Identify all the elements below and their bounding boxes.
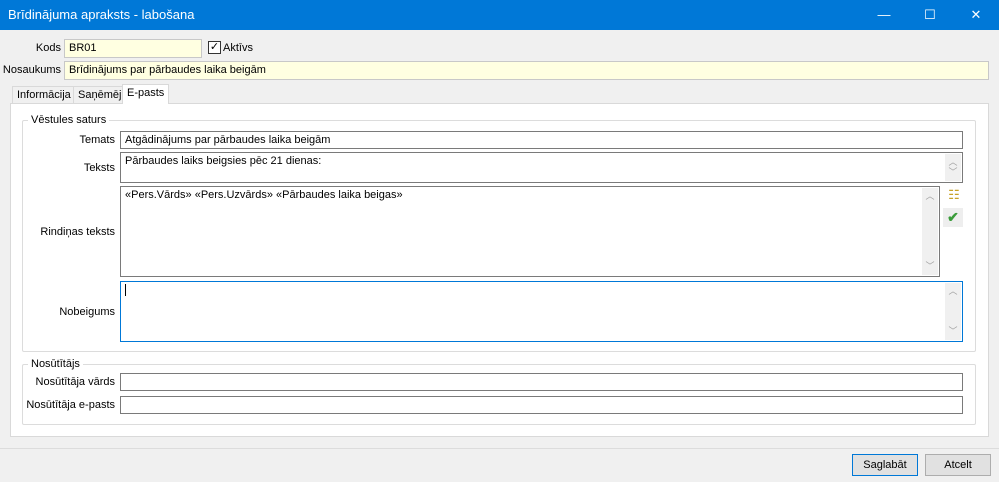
nobeigums-label: Nobeigums — [59, 306, 115, 318]
scrollbar[interactable]: ︿ ﹀ — [945, 154, 961, 181]
teksts-textarea[interactable]: Pārbaudes laiks beigsies pēc 21 dienas: … — [120, 152, 963, 183]
sender-name-label: Nosūtītāja vārds — [35, 376, 115, 388]
minimize-button[interactable]: — — [861, 0, 907, 30]
tab-sanemeji[interactable]: Saņēmēji — [73, 86, 129, 104]
tab-e-pasts[interactable]: E-pasts — [122, 84, 170, 104]
nosaukums-label: Nosaukums — [2, 64, 61, 76]
kods-input[interactable]: BR01 — [64, 39, 202, 58]
sender-name-input[interactable] — [120, 373, 963, 391]
title-bar: Brīdinājuma apraksts - labošana — ☐ ✕ — [0, 0, 999, 30]
field-tree-icon[interactable]: ☷ — [945, 187, 963, 205]
sender-group-title: Nosūtītājs — [28, 358, 83, 370]
aktivs-label: Aktīvs — [223, 42, 253, 54]
cancel-button[interactable]: Atcelt — [925, 454, 991, 476]
sender-email-label: Nosūtītāja e-pasts — [26, 399, 115, 411]
kods-label: Kods — [35, 42, 61, 54]
nosaukums-input[interactable]: Brīdinājums par pārbaudes laika beigām — [64, 61, 989, 80]
temats-label: Temats — [79, 134, 115, 146]
tab-informacija[interactable]: Informācija — [12, 86, 76, 104]
rindinas-value: «Pers.Vārds» «Pers.Uzvārds» «Pārbaudes l… — [125, 189, 403, 201]
footer-divider — [0, 448, 999, 449]
scrollbar[interactable]: ︿ ﹀ — [922, 188, 938, 275]
window-title: Brīdinājuma apraksts - labošana — [8, 7, 195, 22]
sender-email-input[interactable] — [120, 396, 963, 414]
maximize-button[interactable]: ☐ — [907, 0, 953, 30]
rindinas-textarea[interactable]: «Pers.Vārds» «Pers.Uzvārds» «Pārbaudes l… — [120, 186, 940, 277]
aktivs-checkbox[interactable]: ✓ — [208, 41, 221, 54]
temats-input[interactable]: Atgādinājums par pārbaudes laika beigām — [120, 131, 963, 149]
check-icon[interactable]: ✔ — [943, 208, 963, 227]
save-button[interactable]: Saglabāt — [852, 454, 918, 476]
letter-group-title: Vēstules saturs — [28, 114, 110, 126]
close-button[interactable]: ✕ — [953, 0, 999, 30]
rindinas-label: Rindiņas teksts — [40, 226, 115, 238]
scrollbar[interactable]: ︿ ﹀ — [945, 283, 961, 340]
teksts-value: Pārbaudes laiks beigsies pēc 21 dienas: — [125, 155, 322, 167]
teksts-label: Teksts — [83, 162, 115, 174]
nobeigums-textarea[interactable]: ︿ ﹀ — [120, 281, 963, 342]
